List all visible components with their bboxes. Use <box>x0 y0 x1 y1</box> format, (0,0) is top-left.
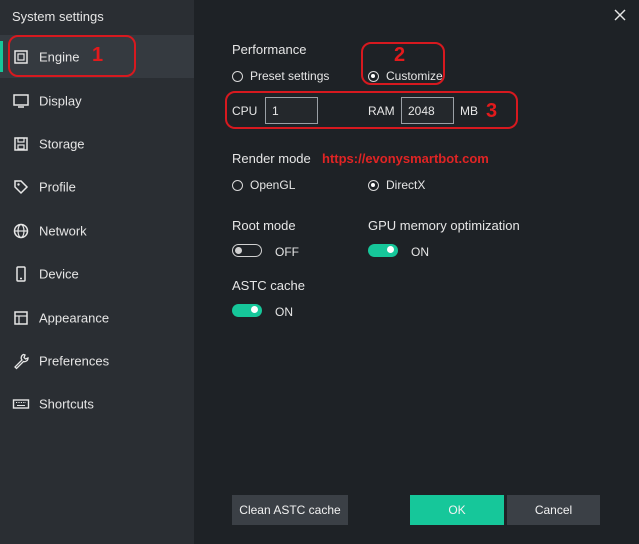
annotation-number-3: 3 <box>486 100 498 122</box>
save-icon <box>14 136 28 151</box>
performance-title: Performance <box>232 42 307 57</box>
annotation-box-cpu-ram <box>225 91 518 129</box>
sidebar-item-label: Shortcuts <box>39 396 94 411</box>
root-mode-title: Root mode <box>232 218 296 233</box>
active-indicator <box>0 41 3 72</box>
sidebar-item-storage[interactable]: Storage <box>0 122 194 165</box>
globe-icon <box>13 223 29 238</box>
sidebar-item-label: Preferences <box>39 353 110 368</box>
sidebar-item-network[interactable]: Network <box>0 209 194 252</box>
astc-cache-toggle[interactable] <box>232 304 262 317</box>
sidebar-item-label: Profile <box>39 179 76 194</box>
sidebar-item-device[interactable]: Device <box>0 252 194 295</box>
sidebar: System settings Engine Display Storage P… <box>0 0 194 544</box>
keyboard-icon <box>12 398 30 409</box>
sidebar-item-preferences[interactable]: Preferences <box>0 339 194 382</box>
watermark-url: https://evonysmartbot.com <box>322 151 489 166</box>
annotation-number-2: 2 <box>394 44 406 66</box>
sidebar-item-label: Storage <box>39 136 85 151</box>
tag-icon <box>14 179 29 194</box>
gpu-optimization-toggle[interactable] <box>368 244 398 257</box>
sidebar-item-label: Display <box>39 93 82 108</box>
sidebar-item-label: Device <box>39 266 79 281</box>
radio-preset-settings[interactable]: Preset settings <box>232 69 329 83</box>
radio-opengl[interactable]: OpenGL <box>232 178 295 192</box>
sidebar-item-display[interactable]: Display <box>0 79 194 122</box>
gpu-optimization-title: GPU memory optimization <box>368 218 520 233</box>
astc-cache-state: ON <box>275 305 293 319</box>
phone-icon <box>16 265 26 282</box>
wrench-icon <box>14 353 29 369</box>
radio-indicator <box>232 179 243 191</box>
radio-label: Preset settings <box>250 69 330 83</box>
window-title: System settings <box>12 9 104 24</box>
annotation-number-1: 1 <box>92 44 104 66</box>
toggle-knob <box>251 306 258 313</box>
cancel-button[interactable]: Cancel <box>507 495 600 525</box>
clean-astc-cache-button[interactable]: Clean ASTC cache <box>232 495 348 525</box>
ok-button[interactable]: OK <box>410 495 504 525</box>
toggle-knob <box>387 246 394 253</box>
annotation-box-engine <box>8 35 136 77</box>
radio-indicator <box>368 179 379 191</box>
monitor-icon <box>13 93 29 108</box>
toggle-knob <box>235 246 242 254</box>
sidebar-item-shortcuts[interactable]: Shortcuts <box>0 382 194 425</box>
radio-label: DirectX <box>386 178 426 192</box>
render-mode-title: Render mode <box>232 151 311 166</box>
settings-window: System settings Engine Display Storage P… <box>0 0 639 544</box>
root-mode-state: OFF <box>275 245 299 259</box>
sidebar-item-label: Network <box>39 223 87 238</box>
radio-indicator <box>232 70 243 82</box>
astc-cache-title: ASTC cache <box>232 278 305 293</box>
sidebar-item-appearance[interactable]: Appearance <box>0 296 194 339</box>
radio-label: OpenGL <box>250 178 296 192</box>
gpu-optimization-state: ON <box>411 245 429 259</box>
close-icon[interactable] <box>613 8 627 22</box>
radio-directx[interactable]: DirectX <box>368 178 425 192</box>
window-icon <box>14 310 28 325</box>
sidebar-item-label: Appearance <box>39 310 110 325</box>
sidebar-item-profile[interactable]: Profile <box>0 165 194 208</box>
root-mode-toggle[interactable] <box>232 244 262 257</box>
